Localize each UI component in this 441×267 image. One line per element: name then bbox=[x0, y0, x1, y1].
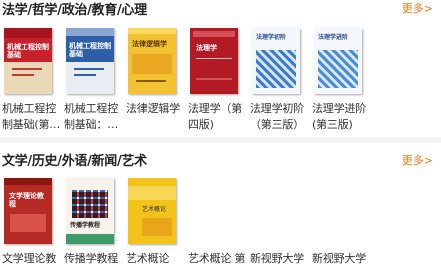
book-title[interactable]: 传播学教程 bbox=[64, 251, 126, 267]
section-divider bbox=[0, 137, 441, 143]
book-cover[interactable]: 艺术概论 bbox=[128, 178, 176, 244]
book-title[interactable]: 法理学初阶 （第三版） bbox=[250, 101, 312, 133]
book-title[interactable]: 机械工程控 制基础(第… bbox=[2, 101, 64, 133]
section-title: 文学/历史/外语/新闻/艺术 bbox=[2, 154, 147, 169]
book-title[interactable]: 新视野大学 bbox=[250, 251, 312, 267]
section-title: 法学/哲学/政治/教育/心理 bbox=[2, 3, 147, 18]
book-cover[interactable]: 法理学 bbox=[190, 28, 238, 94]
cover-title: 文学理论教程 bbox=[9, 192, 44, 208]
book-cover[interactable]: 文学理论教程 bbox=[4, 178, 52, 244]
book-cover[interactable]: 法理学初阶 bbox=[252, 28, 300, 94]
book-title[interactable]: 法理学（第 四版) bbox=[188, 101, 250, 133]
cover-title: 法理学初阶 bbox=[256, 34, 287, 41]
book-title[interactable]: 艺术概论 bbox=[126, 251, 188, 267]
book-title[interactable]: 文学理论教 bbox=[2, 251, 64, 267]
book-cover[interactable]: 机械工程控制基础 bbox=[66, 28, 114, 94]
cover-title: 机械工程控制基础 bbox=[7, 43, 49, 59]
book-title[interactable]: 艺术概论 第 bbox=[188, 251, 254, 267]
cover-title: 艺术概论 bbox=[142, 206, 167, 213]
book-cover[interactable]: 法理学进阶 bbox=[314, 28, 362, 94]
book-title[interactable]: 法理学进阶 (第三版) bbox=[312, 101, 374, 133]
book-cover[interactable]: 传播学教程 bbox=[66, 178, 114, 244]
more-link[interactable]: 更多> bbox=[402, 0, 433, 16]
book-cover[interactable]: 机械工程控制基础 bbox=[4, 28, 52, 94]
more-link[interactable]: 更多> bbox=[402, 152, 433, 168]
cover-title: 法律逻辑学 bbox=[132, 40, 167, 48]
cover-title: 法理学进阶 bbox=[318, 34, 349, 41]
cover-title: 传播学教程 bbox=[70, 222, 101, 229]
cover-title: 机械工程控制基础 bbox=[69, 42, 111, 58]
book-title[interactable]: 法律逻辑学 bbox=[126, 101, 188, 117]
book-cover[interactable]: 法律逻辑学 bbox=[128, 28, 176, 94]
cover-title: 法理学 bbox=[196, 44, 217, 52]
book-title[interactable]: 新视野大学 bbox=[312, 251, 374, 267]
book-title[interactable]: 机械工程控 制基础：… bbox=[64, 101, 126, 133]
